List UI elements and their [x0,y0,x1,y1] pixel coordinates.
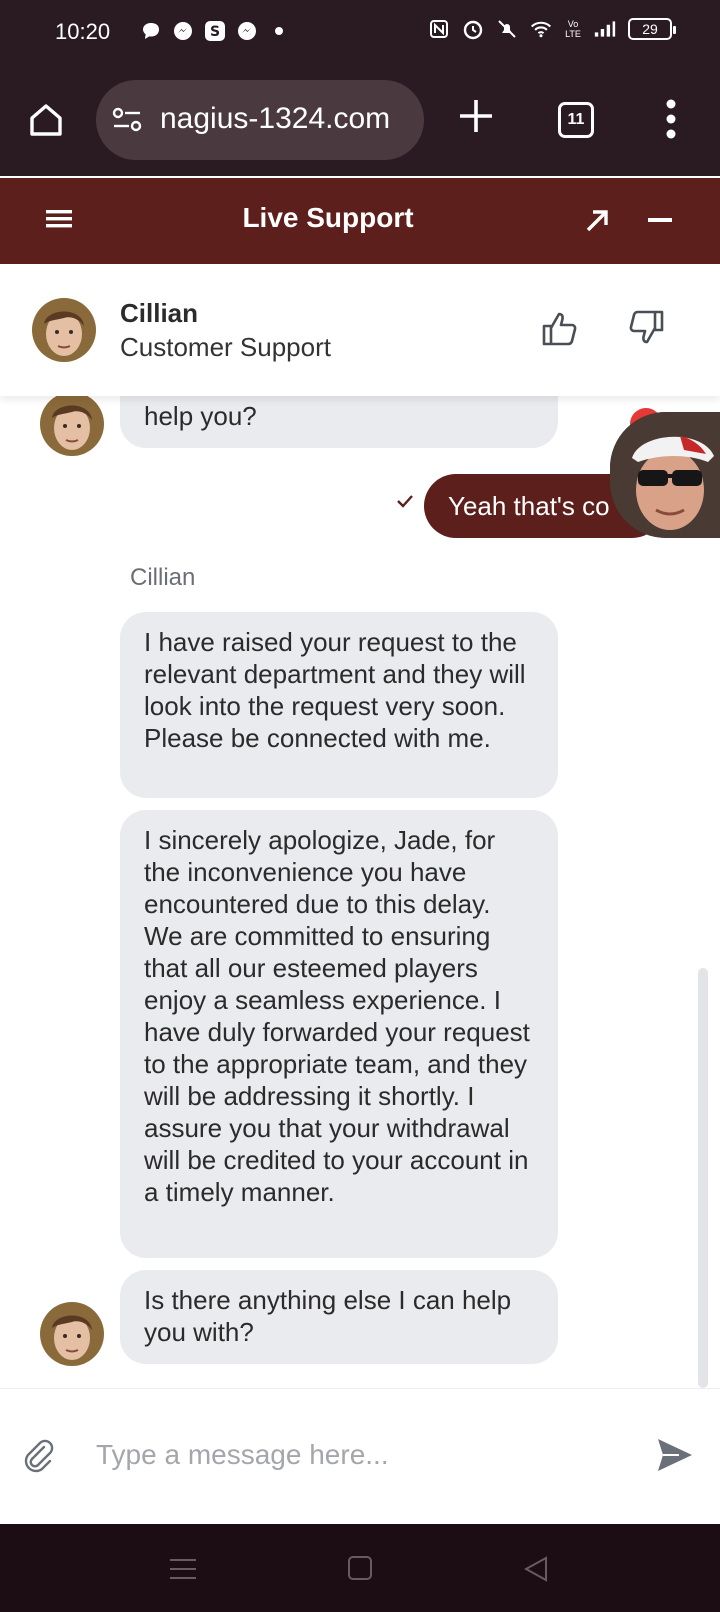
agent-message: I have raised your request to the releva… [120,612,558,798]
send-icon[interactable] [656,1437,694,1473]
thumbs-up-icon[interactable] [540,308,580,348]
live-support-header: Live Support [0,178,720,264]
agent-message: help you? [120,396,558,448]
agent-role: Customer Support [120,332,331,362]
floating-video-bubble[interactable] [610,412,720,538]
signal-icon [594,18,616,40]
battery-icon: 29 [628,18,676,40]
status-bar: 10:20 S Vo LTE 29 [0,0,720,66]
wifi-icon [530,18,552,40]
chat-bubble-icon [140,20,162,42]
new-tab-icon[interactable] [456,96,496,136]
nfc-icon [428,18,450,40]
dot-icon [268,20,290,42]
back-nav-icon[interactable] [523,1556,548,1582]
message-input[interactable] [96,1431,616,1479]
browser-toolbar: nagius-1324.com 11 [0,66,720,176]
thumbs-down-icon[interactable] [626,308,666,348]
more-menu-icon[interactable] [664,98,678,140]
chat-scrollbar[interactable] [698,968,708,1388]
header-title: Live Support [242,202,414,233]
home-icon[interactable] [26,100,70,144]
messenger-icon [236,20,258,42]
paperclip-icon[interactable] [24,1439,54,1473]
message-text: Is there anything else I can help you wi… [144,1285,512,1347]
sent-check-icon [396,494,414,508]
site-settings-icon[interactable] [112,106,144,134]
agent-info-card: Cillian Customer Support [0,264,720,396]
sender-name: Cillian [130,564,196,591]
message-text: Yeah that's co [448,491,610,521]
status-time: 10:20 [55,19,111,44]
address-bar[interactable]: nagius-1324.com [96,80,424,160]
minimize-button[interactable] [648,218,672,222]
alarm-icon [462,18,484,40]
home-nav-icon[interactable] [348,1556,372,1580]
messenger-icon [172,20,194,42]
agent-message: I sincerely apologize, Jade, for the inc… [120,810,558,1258]
agent-avatar [40,1302,104,1366]
message-text: help you? [144,401,257,431]
recent-apps-icon[interactable] [170,1558,196,1580]
expand-icon[interactable] [584,208,610,234]
skype-icon: S [204,20,226,42]
agent-name: Cillian [120,298,199,328]
chat-transcript[interactable]: help you? Yeah that's co Cillian I have … [0,396,720,1388]
tab-switcher-button[interactable]: 11 [558,102,594,138]
svg-text:S: S [210,24,220,40]
agent-avatar [40,396,104,456]
system-navigation-bar [0,1524,720,1612]
notification-icons: S [140,20,290,42]
message-composer [0,1388,720,1524]
volte-label: Vo LTE [565,19,581,39]
message-text: I have raised your request to the releva… [144,627,526,753]
agent-message: Is there anything else I can help you wi… [120,1270,558,1364]
mute-icon [496,18,518,40]
url-text[interactable]: nagius-1324.com [160,102,416,136]
system-icons: Vo LTE 29 [428,18,676,40]
agent-avatar [32,298,96,362]
message-text: I sincerely apologize, Jade, for the inc… [144,825,530,1207]
